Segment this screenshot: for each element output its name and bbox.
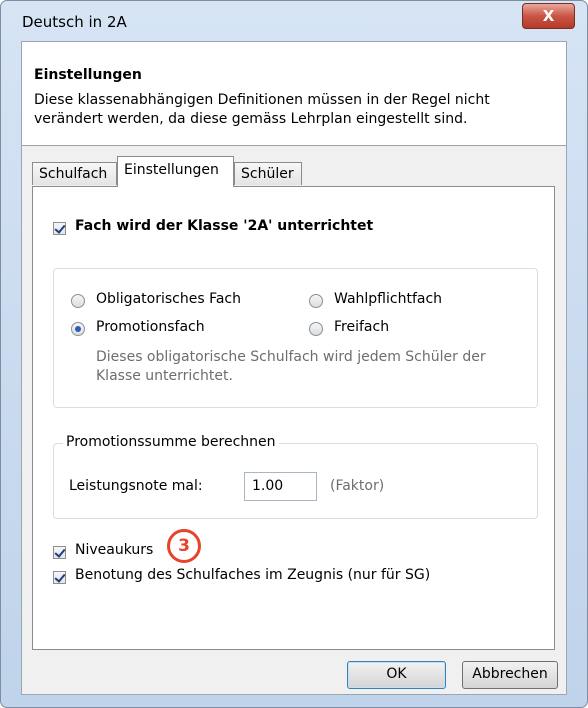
subject-type-group: Obligatorisches Fach Wahlpflichtfach Pro… <box>53 268 538 408</box>
header-description: Diese klassenabhängigen Definitionen müs… <box>34 92 490 127</box>
tab-schueler[interactable]: Schüler <box>234 162 302 185</box>
window-title: Deutsch in 2A <box>22 13 127 31</box>
taught-checkbox[interactable] <box>53 222 66 235</box>
factor-input[interactable]: 1.00 <box>244 472 317 501</box>
callout-badge: 3 <box>167 529 201 563</box>
close-icon: X <box>542 7 555 25</box>
tab-panel-einstellungen: Fach wird der Klasse '2A' unterrichtet O… <box>32 186 555 650</box>
dialog-client: Einstellungen Diese klassenabhängigen De… <box>21 41 567 695</box>
ok-button[interactable]: OK <box>347 661 446 689</box>
promotion-sum-group-title: Promotionssumme berechnen <box>63 434 279 450</box>
grading-checkbox[interactable] <box>53 571 66 584</box>
radio-obligatorisches-fach-label: Obligatorisches Fach <box>96 291 241 307</box>
tab-einstellungen[interactable]: Einstellungen <box>117 156 234 187</box>
radio-freifach[interactable] <box>309 322 323 336</box>
header-title: Einstellungen <box>34 67 142 83</box>
radio-promotionsfach-label: Promotionsfach <box>96 319 205 335</box>
close-button[interactable]: X <box>522 3 575 29</box>
factor-suffix: (Faktor) <box>330 478 385 494</box>
factor-field-label: Leistungsnote mal: <box>69 478 203 494</box>
tab-schulfach[interactable]: Schulfach <box>32 162 117 185</box>
radio-wahlpflichtfach[interactable] <box>309 294 323 308</box>
subject-type-hint: Dieses obligatorische Schulfach wird jed… <box>96 349 486 384</box>
cancel-button[interactable]: Abbrechen <box>462 661 558 689</box>
niveaukurs-label: Niveaukurs <box>75 542 154 558</box>
grading-label: Benotung des Schulfaches im Zeugnis (nur… <box>75 567 431 583</box>
niveaukurs-checkbox[interactable] <box>53 546 66 559</box>
dialog-window: Deutsch in 2A X Einstellungen Diese klas… <box>0 0 588 708</box>
radio-wahlpflichtfach-label: Wahlpflichtfach <box>334 291 443 307</box>
radio-promotionsfach[interactable] <box>71 322 85 336</box>
taught-label: Fach wird der Klasse '2A' unterrichtet <box>75 218 374 234</box>
title-bar[interactable]: Deutsch in 2A X <box>1 1 587 41</box>
radio-freifach-label: Freifach <box>334 319 390 335</box>
dialog-header: Einstellungen Diese klassenabhängigen De… <box>22 42 566 146</box>
promotion-sum-group: Promotionssumme berechnen Leistungsnote … <box>53 434 538 519</box>
radio-obligatorisches-fach[interactable] <box>71 294 85 308</box>
